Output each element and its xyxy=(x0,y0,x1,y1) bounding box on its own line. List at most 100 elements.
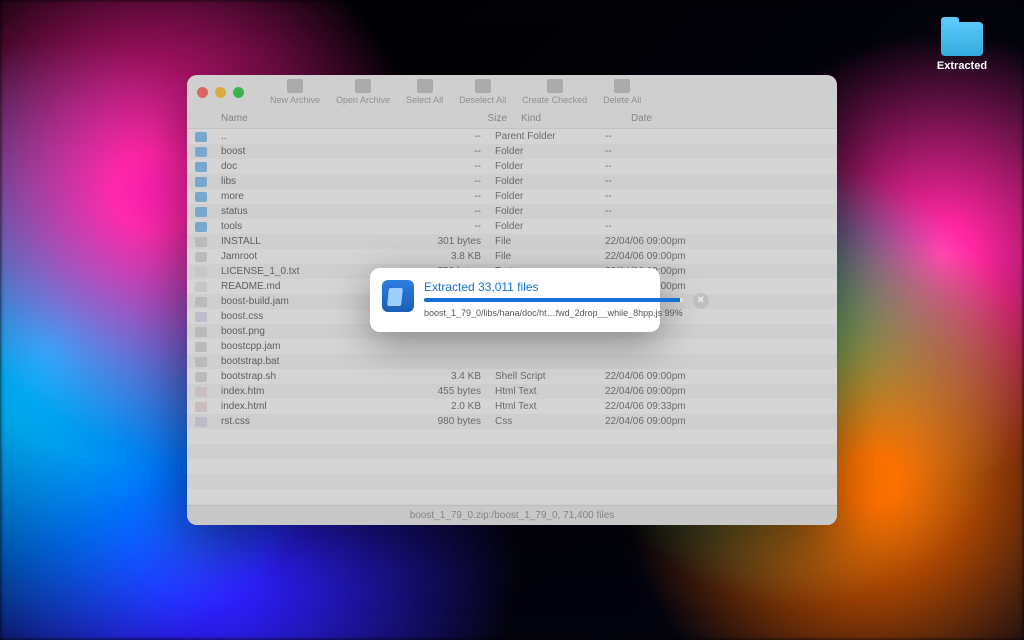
toolbar-icon xyxy=(475,79,491,93)
zoom-window-button[interactable] xyxy=(233,87,244,98)
progress-bar-fill xyxy=(424,298,680,302)
desktop-folder-extracted[interactable]: Extracted xyxy=(934,22,990,72)
table-row[interactable]: ..--Parent Folder-- xyxy=(187,129,837,144)
toolbar-open-archive[interactable]: Open Archive xyxy=(330,79,396,105)
file-name: INSTALL xyxy=(221,236,405,247)
toolbar-delete-all[interactable]: Delete All xyxy=(597,79,647,105)
folder-icon xyxy=(195,162,207,172)
progress-bar xyxy=(424,298,683,302)
folder-icon xyxy=(195,147,207,157)
file-date: 22/04/06 09:00pm xyxy=(605,236,829,247)
close-window-button[interactable] xyxy=(197,87,208,98)
file-name: rst.css xyxy=(221,416,405,427)
file-size: 980 bytes xyxy=(405,416,495,427)
file-name: libs xyxy=(221,176,405,187)
file-date: -- xyxy=(605,176,829,187)
file-date: 22/04/06 09:00pm xyxy=(605,371,829,382)
file-kind: Folder xyxy=(495,206,605,217)
toolbar-icon xyxy=(547,79,563,93)
file-date: 22/04/06 09:33pm xyxy=(605,401,829,412)
file-size: -- xyxy=(405,206,495,217)
file-date: -- xyxy=(605,206,829,217)
file-date: -- xyxy=(605,131,829,142)
file-size: -- xyxy=(405,131,495,142)
table-row[interactable]: index.html2.0 KBHtml Text22/04/06 09:33p… xyxy=(187,399,837,414)
file-kind: File xyxy=(495,236,605,247)
column-headers: Name Size Kind Date xyxy=(187,109,837,129)
file-kind: Folder xyxy=(495,176,605,187)
file-size: -- xyxy=(405,146,495,157)
toolbar-deselect-all[interactable]: Deselect All xyxy=(453,79,512,105)
txt-icon xyxy=(195,282,207,292)
col-kind[interactable]: Kind xyxy=(521,113,631,124)
table-row-empty xyxy=(187,489,837,504)
file-date: -- xyxy=(605,146,829,157)
file-date: -- xyxy=(605,191,829,202)
file-size: 455 bytes xyxy=(405,386,495,397)
file-date: 22/04/06 09:00pm xyxy=(605,251,829,262)
table-row[interactable]: bootstrap.bat xyxy=(187,354,837,369)
file-kind: Folder xyxy=(495,221,605,232)
progress-detail: boost_1_79_0/libs/hana/doc/ht…fwd_2drop_… xyxy=(424,308,683,318)
toolbar-new-archive[interactable]: New Archive xyxy=(264,79,326,105)
file-name: index.html xyxy=(221,401,405,412)
table-row[interactable]: index.htm455 bytesHtml Text22/04/06 09:0… xyxy=(187,384,837,399)
col-name[interactable]: Name xyxy=(221,113,431,124)
table-row-empty xyxy=(187,444,837,459)
window-traffic-lights xyxy=(197,87,244,98)
file-kind: Folder xyxy=(495,191,605,202)
table-row[interactable]: Jamroot3.8 KBFile22/04/06 09:00pm xyxy=(187,249,837,264)
file-name: index.htm xyxy=(221,386,405,397)
file-name: more xyxy=(221,191,405,202)
table-row[interactable]: bootstrap.sh3.4 KBShell Script22/04/06 0… xyxy=(187,369,837,384)
file-name: boostcpp.jam xyxy=(221,341,405,352)
table-row[interactable]: libs--Folder-- xyxy=(187,174,837,189)
file-size: 3.8 KB xyxy=(405,251,495,262)
file-date: -- xyxy=(605,161,829,172)
table-row[interactable]: INSTALL301 bytesFile22/04/06 09:00pm xyxy=(187,234,837,249)
file-name: boost xyxy=(221,146,405,157)
file-size: -- xyxy=(405,176,495,187)
toolbar-create-checked[interactable]: Create Checked xyxy=(516,79,593,105)
file-name: status xyxy=(221,206,405,217)
close-icon: ✕ xyxy=(697,296,705,306)
file-name: bootstrap.sh xyxy=(221,371,405,382)
col-date[interactable]: Date xyxy=(631,113,825,124)
table-row[interactable]: status--Folder-- xyxy=(187,204,837,219)
table-row-empty xyxy=(187,474,837,489)
file-icon xyxy=(195,252,207,262)
html-icon xyxy=(195,387,207,397)
toolbar-icon xyxy=(355,79,371,93)
table-row[interactable]: doc--Folder-- xyxy=(187,159,837,174)
table-row[interactable]: rst.css980 bytesCss22/04/06 09:00pm xyxy=(187,414,837,429)
file-kind: Folder xyxy=(495,161,605,172)
extraction-progress-dialog: Extracted 33,011 files boost_1_79_0/libs… xyxy=(370,268,660,332)
file-size: -- xyxy=(405,191,495,202)
toolbar-icon xyxy=(614,79,630,93)
table-row[interactable]: boostcpp.jam xyxy=(187,339,837,354)
cancel-button[interactable]: ✕ xyxy=(693,293,709,309)
folder-icon xyxy=(195,192,207,202)
toolbar-icon xyxy=(417,79,433,93)
table-row[interactable]: boost--Folder-- xyxy=(187,144,837,159)
status-text: boost_1_79_0.zip:/boost_1_79_0, 71,400 f… xyxy=(410,510,615,521)
css-icon xyxy=(195,417,207,427)
file-kind: File xyxy=(495,251,605,262)
file-size: 301 bytes xyxy=(405,236,495,247)
minimize-window-button[interactable] xyxy=(215,87,226,98)
file-name: bootstrap.bat xyxy=(221,356,405,367)
file-date: -- xyxy=(605,221,829,232)
file-kind: Css xyxy=(495,416,605,427)
col-size[interactable]: Size xyxy=(431,113,521,124)
file-name: tools xyxy=(221,221,405,232)
table-row-empty xyxy=(187,459,837,474)
table-row[interactable]: tools--Folder-- xyxy=(187,219,837,234)
file-size: -- xyxy=(405,221,495,232)
html-icon xyxy=(195,402,207,412)
toolbar-select-all[interactable]: Select All xyxy=(400,79,449,105)
table-row[interactable]: more--Folder-- xyxy=(187,189,837,204)
table-row-empty xyxy=(187,429,837,444)
file-kind: Folder xyxy=(495,146,605,157)
progress-title: Extracted 33,011 files xyxy=(424,280,683,294)
txt-icon xyxy=(195,267,207,277)
